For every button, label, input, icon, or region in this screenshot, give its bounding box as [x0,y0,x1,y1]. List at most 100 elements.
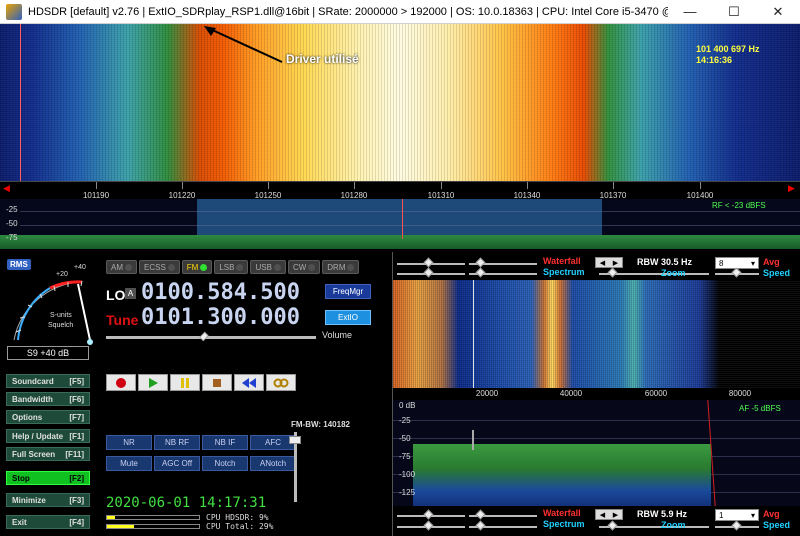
mode-drm-button[interactable]: DRM [322,260,360,274]
mode-ecss-button[interactable]: ECSS [139,260,180,274]
audio-tick-label: 40000 [559,389,583,398]
slider-thumb[interactable] [423,509,434,520]
cursor-frequency-readout: 101 400 697 Hz 14:16:36 [696,44,760,66]
chevron-right-icon[interactable]: ▶ [613,259,618,267]
db-label: -75 [6,233,18,242]
pause-button[interactable] [170,374,200,391]
mute-button[interactable]: Mute [106,456,152,471]
speed-label: Speed [763,268,791,278]
loop-button[interactable] [266,374,296,391]
db-label: -25 [6,205,18,214]
tick-mark [182,182,183,189]
grid-line [393,438,800,439]
af-avg-select[interactable]: 1 ▾ [715,509,759,521]
tick-mark [613,182,614,189]
annotation-label: Driver utilisé [286,52,359,66]
rms-badge[interactable]: RMS [7,259,31,270]
nb-if-button[interactable]: NB IF [202,435,248,450]
button-label: Bandwidth [12,394,53,404]
squelch-label: Squelch [48,322,74,329]
record-icon [116,377,126,388]
slider-thumb[interactable] [731,267,742,278]
rf-spectrum[interactable]: -25 -50 -75 RF < -23 dBFS [0,199,800,249]
scroll-left-icon[interactable]: ◀ [3,183,10,194]
audio-waterfall[interactable] [393,280,800,388]
agc-off-button[interactable]: AGC Off [154,456,200,471]
slider-thumb[interactable] [475,257,486,268]
avg-label: Avg [763,257,780,267]
tune-marker[interactable] [402,199,403,239]
help-update-button[interactable]: Help / Update [F1] [6,429,90,443]
af-rbw-label: RBW 5.9 Hz [637,509,688,519]
slider-thumb[interactable] [731,520,742,531]
mode-am-button[interactable]: AM [106,260,137,274]
volume-slider[interactable] [106,336,316,339]
nb-rf-button[interactable]: NB RF [154,435,200,450]
filter-passband[interactable] [197,199,602,239]
bandwidth-button[interactable]: Bandwidth [F6] [6,392,90,406]
slider-thumb[interactable] [607,267,618,278]
extio-button[interactable]: ExtIO [325,310,371,325]
record-button[interactable] [106,374,136,391]
mode-fm-button[interactable]: FM [181,260,213,274]
af-speed-label: Speed [763,520,791,530]
nr-button[interactable]: NR [106,435,152,450]
full-screen-button[interactable]: Full Screen [F11] [6,447,90,461]
slider-thumb[interactable] [475,267,486,278]
scroll-right-icon[interactable]: ▶ [788,183,795,194]
lo-a-toggle[interactable]: A [125,288,136,299]
slider-thumb[interactable] [423,520,434,531]
led-icon [347,263,355,271]
soundcard-button[interactable]: Soundcard [F5] [6,374,90,388]
af-rbw-stepper[interactable]: ◀ ▶ [595,509,623,520]
rewind-button[interactable] [234,374,264,391]
minimize-app-button[interactable]: Minimize [F3] [6,493,90,507]
maximize-button[interactable]: ☐ [712,0,756,24]
lo-frequency[interactable]: 0100.584.500 [141,280,300,305]
led-icon [125,263,132,271]
mode-label: LSB [219,262,235,272]
rf-waterfall[interactable]: Driver utilisé 101 400 697 Hz 14:16:36 [0,24,800,181]
stop-transport-button[interactable] [202,374,232,391]
close-button[interactable]: ✕ [756,0,800,24]
play-button[interactable] [138,374,168,391]
slider-thumb[interactable] [607,520,618,531]
led-icon [236,263,244,271]
stop-button[interactable]: Stop [F2] [6,471,90,485]
mode-label: CW [292,262,307,272]
slider-thumb[interactable] [423,257,434,268]
slider-thumb[interactable] [475,520,486,531]
mode-label: ECSS [144,262,166,272]
rbw-label: RBW 30.5 Hz [637,257,693,267]
anotch-button[interactable]: ANotch [250,456,296,471]
options-button[interactable]: Options [F7] [6,410,90,424]
af-level-readout: AF -5 dBFS [739,404,781,413]
chevron-right-icon[interactable]: ▶ [613,511,618,519]
button-label: Stop [12,473,30,483]
tick-mark [441,182,442,189]
tune-frequency[interactable]: 0101.300.000 [141,305,300,330]
slider-thumb[interactable] [423,267,434,278]
avg-value: 1 [719,510,724,520]
volume-slider-thumb[interactable] [199,331,209,342]
minimize-button[interactable]: — [668,0,712,24]
slider-thumb[interactable] [475,509,486,520]
mode-usb-button[interactable]: USB [250,260,286,274]
audio-spectrum[interactable]: 0 dB -25 -50 -75 -100 -125 AF -5 dBFS [393,400,800,506]
smeter-scale-label: +20 [56,271,68,278]
mode-lsb-button[interactable]: LSB [214,260,249,274]
window-title: HDSDR [default] v2.76 | ExtIO_SDRplay_RS… [28,5,668,18]
spectrum-label: Spectrum [543,267,585,277]
fm-bandwidth-slider-thumb[interactable] [289,436,301,444]
exit-button[interactable]: Exit [F4] [6,515,90,529]
db-label: -100 [399,470,416,479]
app-icon [6,3,22,20]
frequency-scale[interactable]: ◀ 101190 101220 101250 101280 101310 101… [0,181,800,200]
chevron-left-icon[interactable]: ◀ [600,259,605,267]
chevron-left-icon[interactable]: ◀ [600,511,605,519]
notch-button[interactable]: Notch [202,456,248,471]
mode-cw-button[interactable]: CW [287,260,321,274]
rbw-stepper[interactable]: ◀ ▶ [595,257,623,268]
freqmgr-button[interactable]: FreqMgr [325,284,371,299]
audio-tick-label: 20000 [475,389,499,398]
